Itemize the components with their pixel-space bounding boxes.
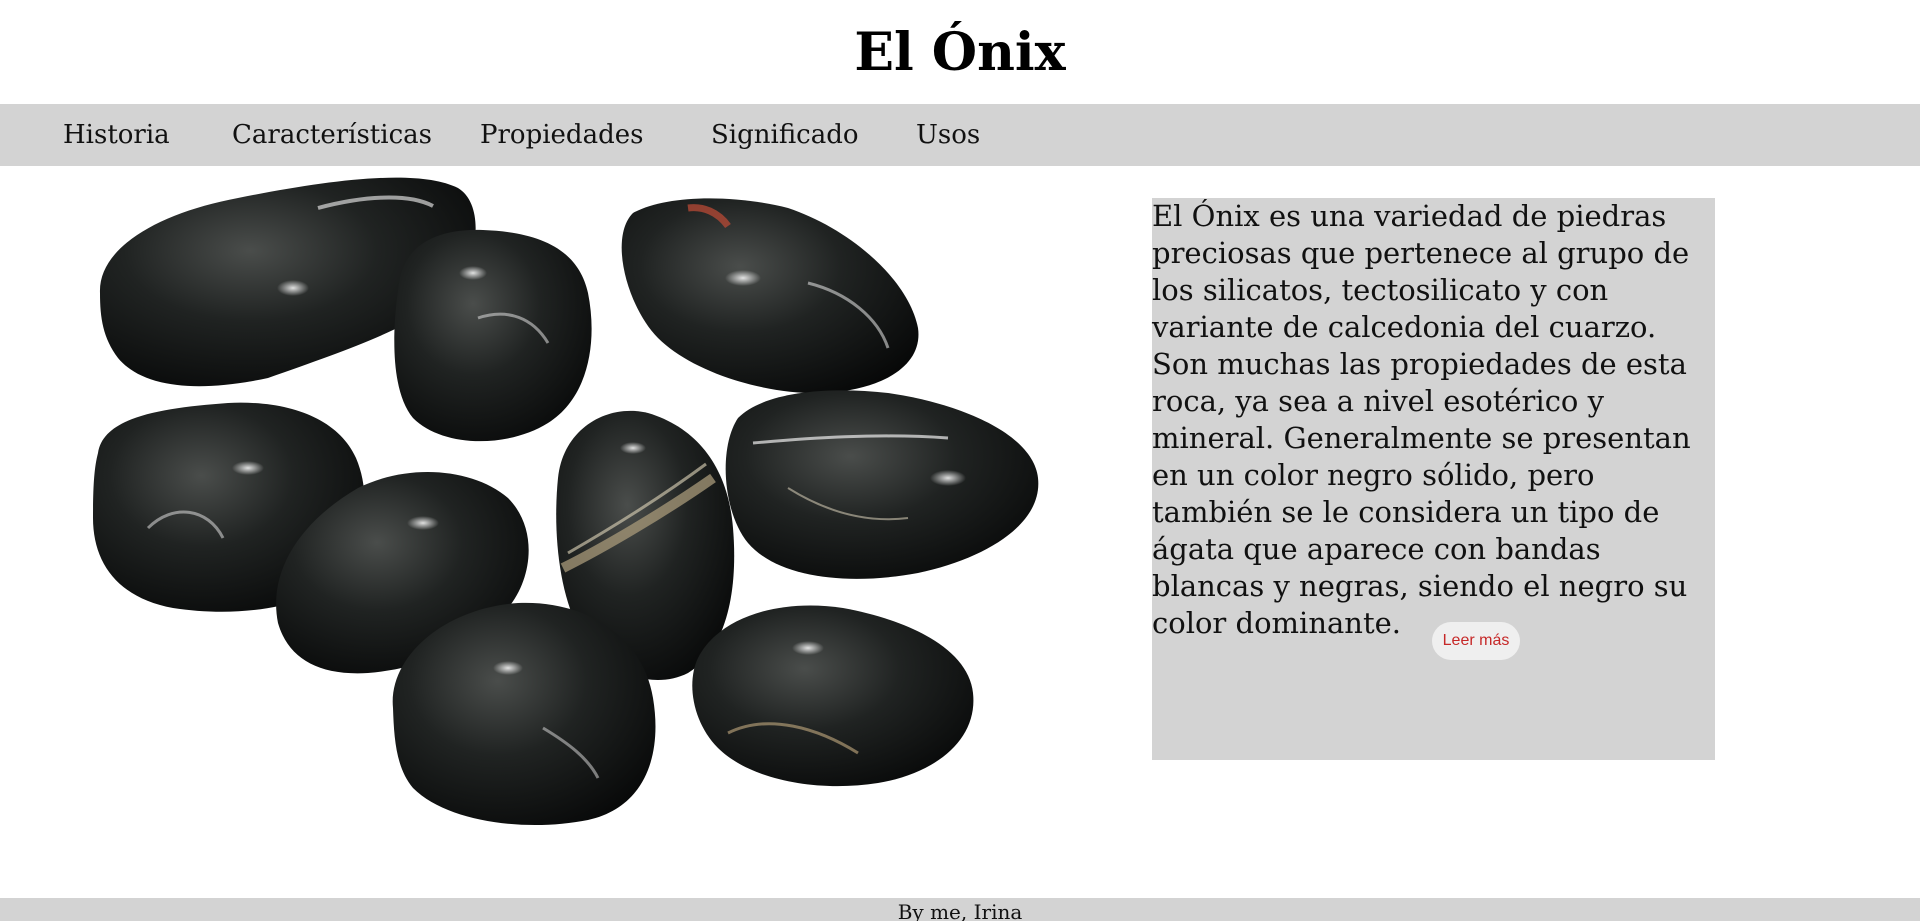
read-more-button[interactable]: Leer más: [1432, 622, 1520, 660]
nav-item-historia[interactable]: Historia: [63, 104, 170, 166]
main-nav: Historia Características Propiedades Sig…: [0, 104, 1920, 166]
onyx-stones-image: [93, 177, 1039, 826]
stone-top-right: [621, 198, 919, 394]
page: El Ónix Historia Características Propied…: [0, 0, 1920, 921]
nav-item-propiedades[interactable]: Propiedades: [480, 104, 643, 166]
nav-item-usos[interactable]: Usos: [916, 104, 980, 166]
info-panel: El Ónix es una variedad de piedras preci…: [1152, 198, 1715, 760]
page-title: El Ónix: [854, 22, 1066, 83]
info-paragraph-1: El Ónix es una variedad de piedras preci…: [1152, 199, 1690, 344]
info-text: El Ónix es una variedad de piedras preci…: [1152, 198, 1715, 642]
stone-bottom-center: [392, 602, 656, 826]
stone-bottom-right: [692, 605, 974, 787]
nav-item-caracteristicas[interactable]: Características: [232, 104, 432, 166]
nav-item-significado[interactable]: Significado: [711, 104, 859, 166]
stone-middle-right: [725, 390, 1039, 579]
stone-top-center: [394, 229, 592, 442]
info-paragraph-2: Son muchas las propiedades de esta roca,…: [1152, 347, 1691, 640]
footer: By me, Irina: [0, 898, 1920, 921]
